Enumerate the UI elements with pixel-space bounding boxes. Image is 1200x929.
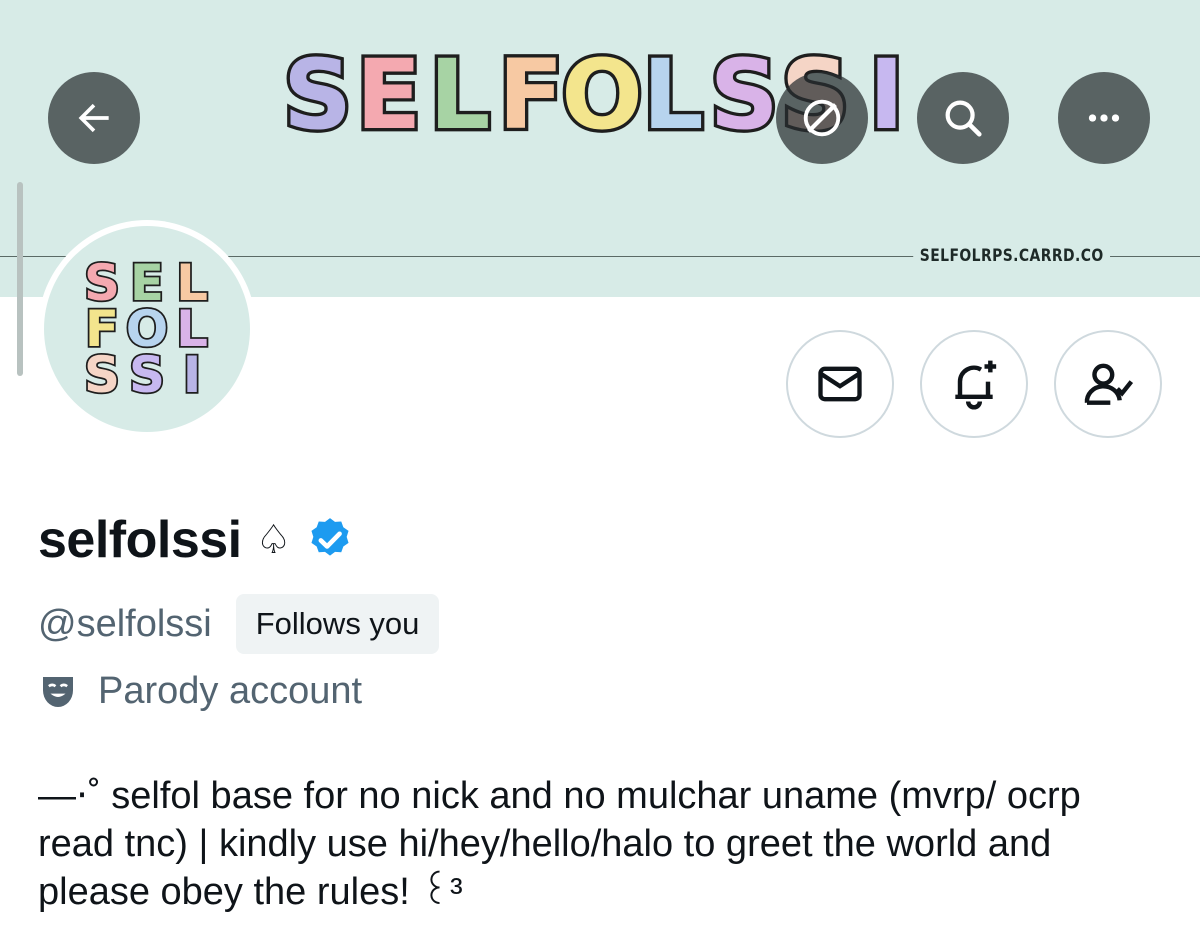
avatar-image: SELFOLSSI bbox=[44, 226, 250, 432]
avatar[interactable]: SELFOLSSI bbox=[38, 220, 256, 438]
follows-you-badge: Follows you bbox=[235, 594, 440, 654]
theater-mask-icon bbox=[43, 676, 73, 707]
avatar-logo-letter-6: S bbox=[84, 346, 120, 404]
person-check-icon bbox=[1084, 363, 1134, 405]
display-name: selfolssi bbox=[38, 511, 242, 569]
banner-logo-letter-0: S bbox=[283, 39, 352, 148]
notifications-button[interactable] bbox=[920, 330, 1028, 438]
banner-logo-letter-8: I bbox=[869, 39, 905, 148]
scrollbar-thumb[interactable] bbox=[17, 182, 23, 376]
avatar-logo: S E LF O LS S I bbox=[82, 254, 209, 404]
banner-logo-letter-6: S bbox=[710, 39, 779, 148]
eye-slash-icon bbox=[803, 99, 841, 137]
banner-logo-letter-1: E bbox=[356, 39, 422, 148]
arrow-left-icon bbox=[78, 103, 109, 133]
banner-logo-letter-4: O bbox=[561, 39, 643, 148]
parody-label-row: Parody account bbox=[38, 670, 362, 713]
back-button[interactable] bbox=[48, 72, 140, 164]
bell-plus-icon bbox=[955, 360, 997, 410]
banner-logo-letter-5: L bbox=[643, 39, 704, 148]
more-horizontal-icon bbox=[1088, 114, 1120, 122]
handle-row: @selfolssi Follows you bbox=[38, 594, 440, 654]
avatar-logo-letter-8: I bbox=[183, 346, 202, 404]
spade-emoji: ♤ bbox=[255, 517, 292, 563]
search-icon bbox=[945, 100, 982, 137]
more-button[interactable] bbox=[1058, 72, 1150, 164]
parody-account-label: Parody account bbox=[98, 670, 363, 712]
hide-button[interactable] bbox=[776, 72, 868, 164]
display-name-row: selfolssi ♤ bbox=[38, 510, 355, 570]
banner-logo-letter-3: F bbox=[498, 39, 564, 148]
following-button[interactable] bbox=[1054, 330, 1162, 438]
search-button[interactable] bbox=[917, 72, 1009, 164]
banner-url-text: SELFOLRPS.CARRD.CO bbox=[913, 246, 1110, 266]
profile-bio: —⋅˚ selfol base for no nick and no mulch… bbox=[38, 775, 1081, 913]
banner-logo-letter-2: L bbox=[429, 39, 490, 148]
message-button[interactable] bbox=[786, 330, 894, 438]
user-handle: @selfolssi bbox=[38, 602, 212, 645]
mail-icon bbox=[818, 366, 862, 402]
verified-badge-icon[interactable] bbox=[305, 515, 355, 565]
avatar-logo-letter-7: S bbox=[129, 346, 165, 404]
